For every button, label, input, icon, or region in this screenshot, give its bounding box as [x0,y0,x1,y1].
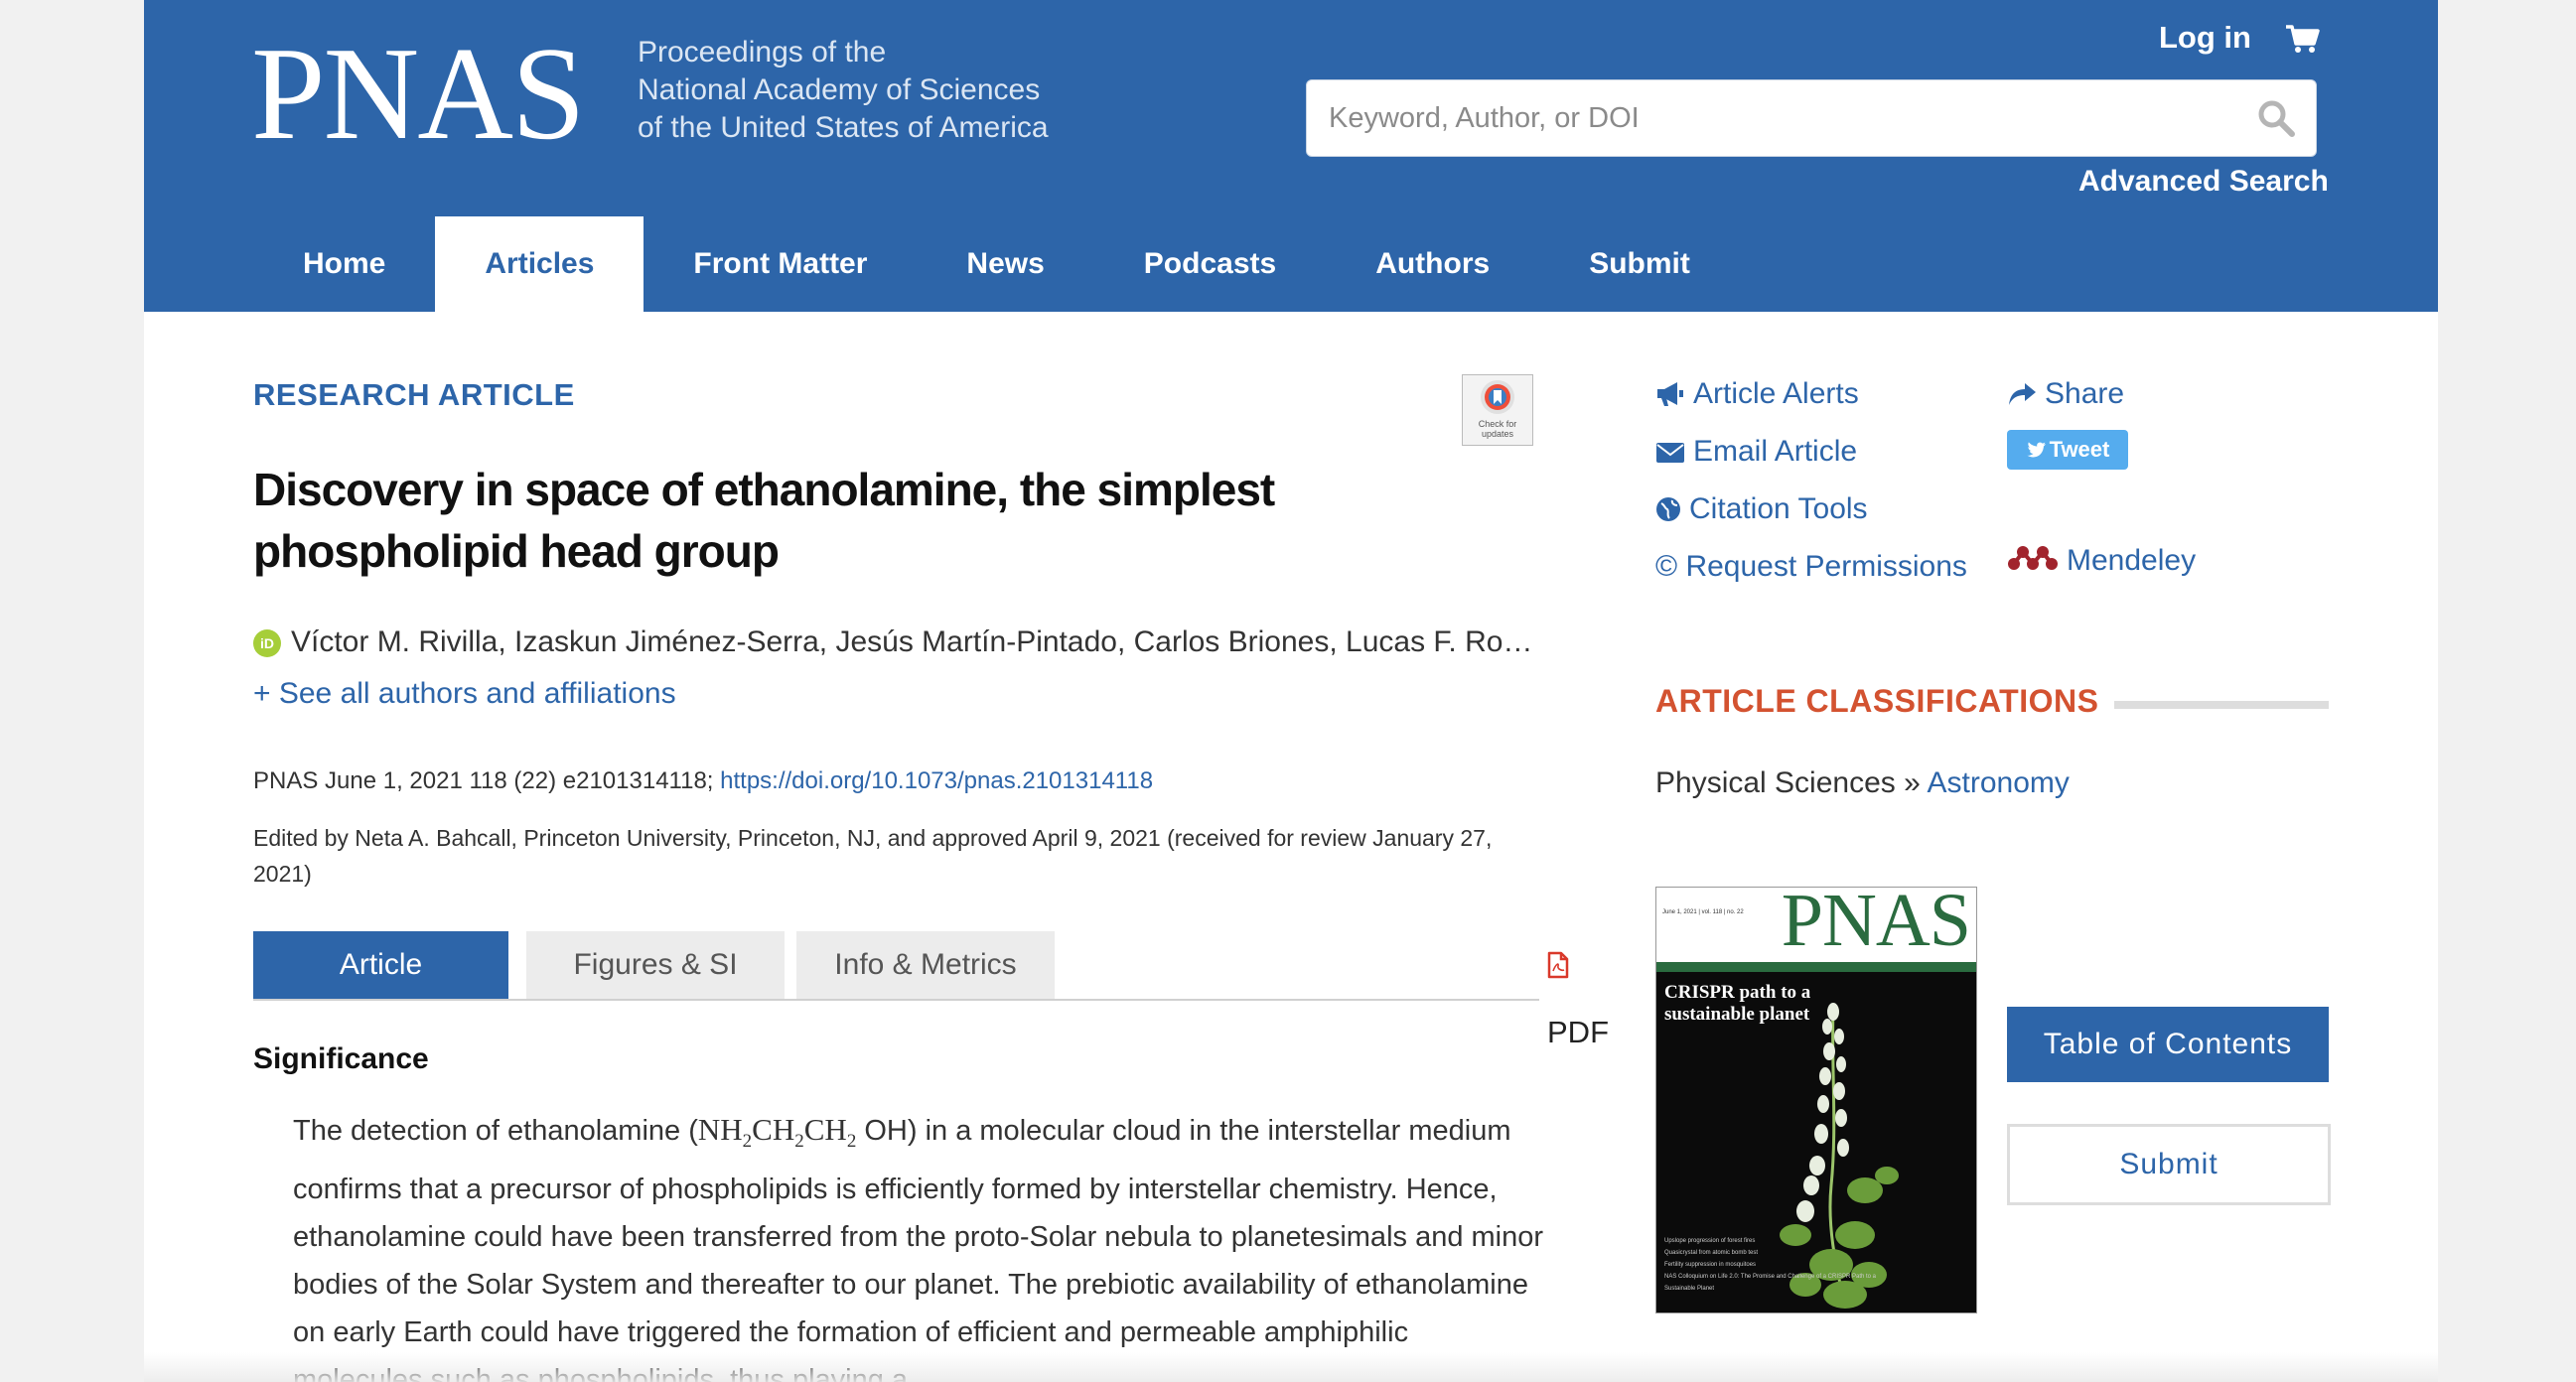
article-tabs: Article Figures & SI Info & Metrics PDF [253,931,1609,1049]
formula-nh: NH [697,1112,743,1147]
formula-subscript: 2 [794,1131,804,1153]
site-tagline: Proceedings of the National Academy of S… [638,34,1049,147]
bottom-fade [144,1352,2438,1382]
share-icon [2009,383,2036,405]
citation-tools-label: Citation Tools [1689,492,1868,525]
article-alerts-label: Article Alerts [1693,377,1859,410]
edited-by: Edited by Neta A. Bahcall, Princeton Uni… [253,825,1493,887]
twitter-icon [2027,442,2046,458]
nav-home[interactable]: Home [253,216,435,312]
authors-text[interactable]: Víctor M. Rivilla, Izaskun Jiménez-Serra… [291,625,1532,658]
advanced-search-link[interactable]: Advanced Search [2078,165,2329,199]
share-link[interactable]: Share [2007,377,2124,411]
tab-article[interactable]: Article [253,931,508,999]
page: PNAS Proceedings of the National Academy… [144,0,2438,1382]
tagline-line: of the United States of America [638,111,1049,144]
classifications-heading: ARTICLE CLASSIFICATIONS [1655,683,2099,719]
tagline-line: Proceedings of the [638,36,887,69]
nav-news[interactable]: News [917,216,1093,312]
pdf-icon [1547,951,1569,979]
crossmark-text: Check for updates [1478,419,1517,439]
email-article-label: Email Article [1693,435,1858,468]
request-permissions-link[interactable]: © Request Permissions [1655,550,1967,584]
article-type-label: RESEARCH ARTICLE [253,377,575,412]
nav-articles[interactable]: Articles [435,216,644,312]
nav-submit[interactable]: Submit [1539,216,1740,312]
submit-button[interactable]: Submit [2007,1124,2331,1205]
tweet-label: Tweet [2049,437,2110,462]
formula-oh: OH [856,1115,908,1147]
article-alerts-link[interactable]: Article Alerts [1655,377,1859,411]
tab-figures-si[interactable]: Figures & SI [526,931,785,999]
citation-text: PNAS June 1, 2021 118 (22) e2101314118; [253,767,721,794]
ethanolamine-formula: NH2CH2CH2 [697,1112,856,1152]
orcid-icon[interactable]: iD [253,629,281,657]
mendeley-link[interactable]: Mendeley [2007,544,2196,578]
pdf-link[interactable]: PDF [1547,931,1609,1049]
cover-contents: Upslope progression of forest fires Quas… [1664,1235,1903,1295]
formula-subscript: 2 [742,1131,753,1153]
mendeley-icon [2008,546,2058,570]
login-link[interactable]: Log in [2159,20,2251,56]
tagline-line: National Academy of Sciences [638,73,1041,106]
search-input[interactable] [1327,94,2224,142]
tab-info-metrics[interactable]: Info & Metrics [796,931,1055,999]
citation-tools-link[interactable]: Citation Tools [1655,492,1868,526]
pnas-logo[interactable]: PNAS [251,24,586,163]
significance-text-end: ) in a molecular cloud in the interstell… [293,1115,1544,1382]
site-header: PNAS Proceedings of the National Academy… [144,0,2438,312]
significance-heading: Significance [253,1042,429,1075]
author-list: iD Víctor M. Rivilla, Izaskun Jiménez-Ser… [253,625,1683,659]
article-title: Discovery in space of ethanolamine, the … [253,464,1275,577]
share-label: Share [2045,377,2125,410]
doi-link[interactable]: https://doi.org/10.1073/pnas.2101314118 [720,767,1153,794]
citation-line: PNAS June 1, 2021 118 (22) e2101314118; … [253,767,1153,795]
search-box [1306,79,2317,157]
formula-ch: CH [752,1112,795,1147]
journal-cover[interactable]: June 1, 2021 | vol. 118 | no. 22 PNAS CR… [1655,887,1977,1313]
cover-line: Upslope progression of forest fires [1664,1238,1756,1244]
pdf-label: PDF [1547,1015,1609,1049]
cart-icon[interactable] [2284,22,2320,56]
nav-podcasts[interactable]: Podcasts [1094,216,1326,312]
breadcrumb-separator: » [1895,766,1928,799]
nav-authors[interactable]: Authors [1326,216,1539,312]
crossmark-icon [1481,380,1514,414]
mendeley-label: Mendeley [2067,544,2197,577]
see-all-authors-link[interactable]: + See all authors and affiliations [253,677,676,711]
classification-field: Physical Sciences [1655,766,1896,799]
table-of-contents-button[interactable]: Table of Contents [2007,1007,2329,1082]
significance-text: The detection of ethanolamine (NH2CH2CH2… [293,1106,1544,1382]
formula-subscript: 2 [846,1131,857,1153]
envelope-icon [1656,443,1684,463]
significance-text-start: The detection of ethanolamine ( [293,1115,698,1147]
crossmark-badge[interactable]: Check for updates [1462,374,1533,446]
email-article-link[interactable]: Email Article [1655,435,1857,469]
formula-ch: CH [803,1112,847,1147]
megaphone-icon [1657,382,1683,406]
classification-path: Physical Sciences » Astronomy [1655,766,2070,800]
tweet-button[interactable]: Tweet [2007,430,2128,470]
main-nav: Home Articles Front Matter News Podcasts… [253,216,1740,312]
search-icon[interactable] [2256,98,2296,138]
cover-line: Quasicrystal from atomic bomb test [1664,1250,1759,1256]
nav-front-matter[interactable]: Front Matter [644,216,917,312]
cover-line: Fertility suppression in mosquitoes [1664,1262,1757,1268]
classification-astronomy-link[interactable]: Astronomy [1927,766,2069,799]
cover-line: NAS Colloquium on Life 2.0: The Promise … [1664,1274,1877,1292]
globe-icon [1656,497,1680,521]
heading-rule [2114,701,2329,709]
